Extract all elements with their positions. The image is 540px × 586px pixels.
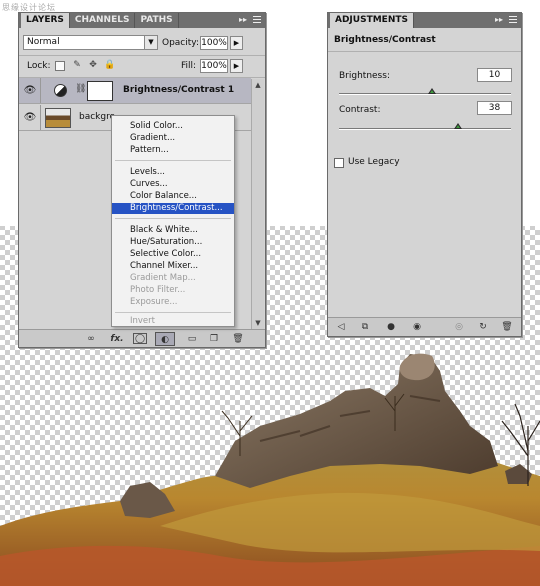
opacity-label: Opacity:: [162, 38, 199, 48]
fx-icon[interactable]: fx.: [109, 332, 125, 346]
use-legacy-checkbox[interactable]: [334, 158, 344, 168]
tab-channels[interactable]: CHANNELS: [70, 13, 136, 28]
brightness-label: Brightness:: [339, 71, 390, 81]
collapse-icon[interactable]: ▸▸: [495, 15, 503, 24]
menu-item-brightness-contrast[interactable]: Brightness/Contrast...: [112, 203, 234, 214]
adjustment-heading: Brightness/Contrast: [334, 35, 436, 45]
lock-transparency-icon[interactable]: [55, 61, 65, 71]
contrast-label: Contrast:: [339, 105, 381, 115]
trash-icon[interactable]: 🗑: [231, 332, 245, 346]
menu-item-black-white[interactable]: Black & White...: [112, 225, 234, 236]
menu-item-gradient[interactable]: Gradient...: [112, 133, 234, 144]
adjustment-layer-menu: Solid Color... Gradient... Pattern... Le…: [111, 115, 235, 327]
eye-icon[interactable]: 👁: [23, 111, 37, 124]
contrast-slider-track[interactable]: [339, 123, 511, 130]
fill-label: Fill:: [181, 61, 197, 71]
lock-label: Lock:: [27, 61, 51, 71]
scroll-up-icon[interactable]: ▲: [252, 79, 264, 91]
layer-name: backgro: [79, 112, 116, 122]
move-icon[interactable]: ✥: [88, 60, 98, 70]
menu-item-gradient-map[interactable]: Gradient Map...: [112, 273, 234, 284]
fill-field[interactable]: 100%: [200, 59, 228, 73]
layers-footer: ∞ fx. ◯ ◐ ▭ ❐ 🗑: [19, 329, 265, 347]
brightness-slider-track[interactable]: [339, 88, 511, 95]
layer-row-brightness-contrast[interactable]: 👁 ⛓ Brightness/Contrast 1: [19, 78, 251, 104]
menu-item-solid-color[interactable]: Solid Color...: [112, 121, 234, 132]
blend-mode-value: Normal: [27, 37, 60, 47]
tab-paths[interactable]: PATHS: [135, 13, 179, 28]
collapse-icon[interactable]: ▸▸: [239, 15, 247, 24]
trash-icon[interactable]: 🗑: [500, 320, 514, 334]
layer-name: Brightness/Contrast 1: [123, 85, 235, 95]
rock-left-boulder: [120, 482, 175, 518]
menu-item-photo-filter[interactable]: Photo Filter...: [112, 285, 234, 296]
menu-item-levels[interactable]: Levels...: [112, 167, 234, 178]
back-arrow-icon[interactable]: ◁: [334, 320, 348, 334]
opacity-arrow-icon[interactable]: ▶: [230, 36, 243, 50]
eye-icon[interactable]: 👁: [23, 84, 37, 97]
scroll-down-icon[interactable]: ▼: [252, 317, 264, 329]
menu-item-invert[interactable]: Invert: [112, 316, 234, 327]
view-previous-icon[interactable]: ◎: [452, 320, 466, 334]
brightness-slider-thumb[interactable]: [427, 88, 436, 94]
chevron-down-icon[interactable]: ▼: [144, 36, 157, 49]
reset-icon[interactable]: ↻: [476, 320, 490, 334]
mask-icon[interactable]: ◯: [133, 333, 147, 344]
link-layers-icon[interactable]: ∞: [83, 332, 99, 346]
menu-item-color-balance[interactable]: Color Balance...: [112, 191, 234, 202]
brush-icon[interactable]: ✎: [72, 60, 82, 70]
tab-layers[interactable]: LAYERS: [21, 13, 70, 28]
group-folder-icon[interactable]: ▭: [185, 332, 199, 346]
fill-arrow-icon[interactable]: ▶: [230, 59, 243, 73]
adjustment-layer-icon: [54, 84, 67, 97]
rock-top-stone: [399, 353, 435, 381]
layers-panel-titlebar: LAYERS CHANNELS PATHS ▸▸: [19, 13, 265, 28]
layer-mask-thumbnail[interactable]: [87, 81, 113, 101]
menu-item-channel-mixer[interactable]: Channel Mixer...: [112, 261, 234, 272]
adjustments-panel: ADJUSTMENTS ▸▸ Brightness/Contrast Brigh…: [327, 12, 522, 337]
view-mode-icon[interactable]: ⧉: [358, 320, 372, 334]
adjustments-titlebar: ADJUSTMENTS ▸▸: [328, 13, 521, 28]
new-layer-icon[interactable]: ❐: [207, 332, 221, 346]
visibility-eye-icon[interactable]: ◉: [410, 320, 424, 334]
menu-item-exposure[interactable]: Exposure...: [112, 297, 234, 308]
menu-item-curves[interactable]: Curves...: [112, 179, 234, 190]
contrast-field[interactable]: 38: [477, 101, 512, 115]
layer-thumbnail: [45, 108, 71, 128]
tab-adjustments[interactable]: ADJUSTMENTS: [330, 13, 414, 28]
adjustments-footer: ◁ ⧉ ● ◉ ◎ ↻ 🗑: [328, 317, 521, 336]
layers-scrollbar[interactable]: ▲ ▼: [251, 79, 264, 329]
use-legacy-label: Use Legacy: [348, 157, 400, 167]
clip-icon[interactable]: ●: [384, 320, 398, 334]
link-icon[interactable]: ⛓: [75, 84, 86, 94]
lock-icon[interactable]: 🔒: [104, 60, 115, 70]
menu-item-pattern[interactable]: Pattern...: [112, 145, 234, 156]
blend-mode-select[interactable]: Normal ▼: [23, 35, 158, 50]
menu-item-selective-color[interactable]: Selective Color...: [112, 249, 234, 260]
panel-menu-icon[interactable]: [509, 16, 517, 23]
adjustment-layer-button[interactable]: ◐: [155, 332, 175, 346]
brightness-field[interactable]: 10: [477, 68, 512, 82]
contrast-slider-thumb[interactable]: [453, 123, 462, 129]
menu-item-hue-saturation[interactable]: Hue/Saturation...: [112, 237, 234, 248]
panel-menu-icon[interactable]: [253, 16, 261, 23]
opacity-field[interactable]: 100%: [200, 36, 228, 50]
